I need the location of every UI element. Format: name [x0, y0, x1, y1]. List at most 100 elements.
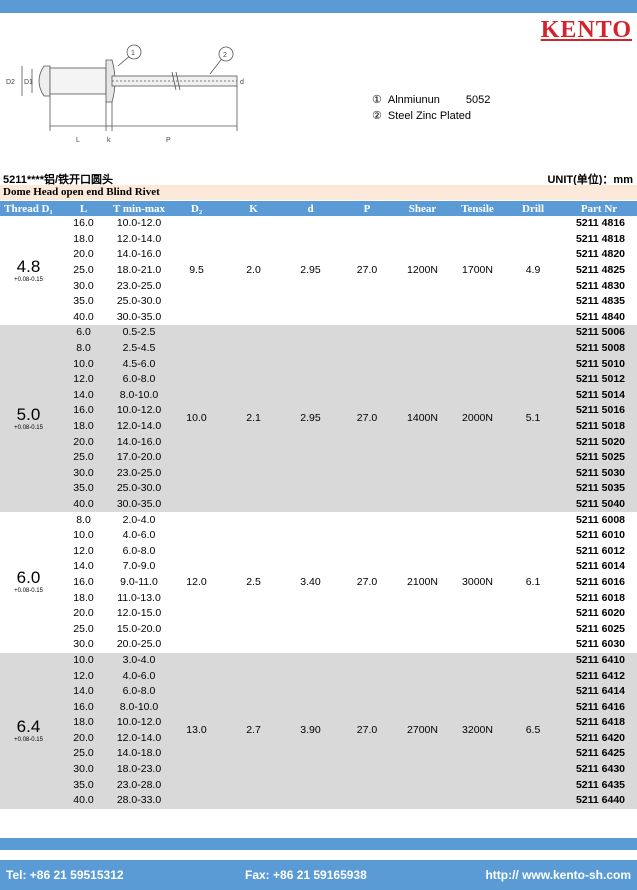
top-color-bar [0, 0, 637, 13]
grip-range-cell: 3.0-4.0 [110, 652, 168, 669]
part-number-cell: 5211 5010 [561, 356, 637, 372]
grip-range-cell: 7.0-9.0 [122, 560, 156, 573]
column-header: Drill [505, 201, 561, 216]
d2-cell: 10.0 [168, 325, 225, 513]
column-header: Tensile [450, 201, 505, 216]
contact-footer: Tel: +86 21 59515312 Fax: +86 21 5916593… [0, 860, 637, 890]
grip-range-cell: 12.0-14.0 [116, 232, 162, 245]
column-header: K [225, 201, 282, 216]
thread-value: 6.0 [16, 568, 41, 588]
part-number-cell: 5211 6012 [575, 544, 625, 557]
label-d1: D1 [24, 79, 33, 86]
length-cell: 25.0 [73, 264, 94, 277]
part-number-cell: 5211 4840 [575, 310, 625, 323]
grip-range-cell: 4.0-6.0 [110, 668, 168, 684]
part-number-cell: 5211 6418 [561, 715, 637, 731]
part-number-cell: 5211 6420 [561, 730, 637, 747]
grip-range-cell: 17.0-20.0 [110, 449, 168, 466]
kento-logo: KENTO [540, 17, 632, 43]
grip-range-cell: 12.0-15.0 [116, 607, 162, 620]
grip-range-cell: 2.5-4.5 [110, 340, 168, 357]
grip-range-cell: 2.0-4.0 [122, 513, 156, 526]
part-number-cell: 5211 6440 [561, 792, 637, 809]
material-legend: ① Alnmiunun 5052 ② Steel Zinc Plated [372, 92, 490, 124]
label-d2: D2 [6, 79, 15, 86]
legend-item-2: ② Steel Zinc Plated [372, 110, 472, 122]
length-cell: 35.0 [57, 481, 110, 497]
part-number-cell: 5211 5006 [561, 325, 637, 341]
table-row: 6.0 +0.08-0.15 8.0 2.0-4.0 12.0 2.5 3.40 27.0 21… [0, 512, 637, 595]
grip-range-cell: 6.0-8.0 [110, 371, 168, 388]
part-number-cell: 5211 5040 [561, 496, 637, 513]
k-cell: 2.5 [246, 575, 261, 588]
label-d: d [240, 79, 244, 86]
product-subtitle: Dome Head open end Blind Rivet [0, 185, 637, 200]
length-cell: 25.0 [57, 449, 110, 466]
grip-range-cell: 30.0-35.0 [116, 310, 162, 323]
drill-cell: 5.1 [505, 325, 561, 513]
grip-range-cell: 23.0-28.0 [110, 777, 168, 793]
length-cell: 12.0 [57, 371, 110, 388]
part-number-cell: 5211 5035 [561, 481, 637, 497]
shear-cell: 1400N [395, 325, 450, 513]
part-number-cell: 5211 6410 [561, 652, 637, 669]
spec-table: Thread D₁ L T min-max D₂ Kd P Shear Tensile Dril… [0, 201, 637, 809]
length-cell: 10.0 [57, 652, 110, 669]
shear-cell: 2700N [395, 652, 450, 809]
length-cell: 40.0 [73, 310, 94, 323]
grip-range-cell: 12.0-14.0 [110, 730, 168, 747]
length-cell: 16.0 [57, 403, 110, 419]
length-cell: 18.0 [57, 418, 110, 435]
part-number-cell: 5211 6030 [575, 638, 625, 651]
grip-range-cell: 10.0-12.0 [110, 715, 168, 731]
grip-range-cell: 10.0-12.0 [110, 403, 168, 419]
k-cell: 2.7 [225, 652, 282, 809]
thread-value: 4.8 [16, 256, 41, 276]
part-number-cell: 5211 5014 [561, 387, 637, 404]
part-number-cell: 5211 6412 [561, 668, 637, 684]
label-l: L [76, 137, 80, 144]
thread-tolerance: +0.08-0.15 [14, 736, 43, 743]
column-header: L [57, 201, 110, 216]
thread-cell: 6.4 +0.08-0.15 [0, 652, 57, 809]
grip-range-cell: 28.0-33.0 [110, 792, 168, 809]
part-number-cell: 5211 5020 [561, 434, 637, 450]
length-cell: 16.0 [57, 699, 110, 715]
table-row: 6.4 +0.08-0.15 10.0 3.0-4.0 13.0 2.7 3.90 27.0 2… [0, 652, 637, 809]
length-cell: 25.0 [73, 622, 94, 635]
part-number-cell: 5211 4830 [575, 279, 625, 292]
column-header: T min-max [110, 201, 168, 216]
footer-web[interactable]: http:// www.kento-sh.com [485, 868, 631, 882]
table-row: 4.8 +0.08-0.15 16.0 10.0-12.0 9.5 2.0 2.95 27.0… [0, 216, 637, 282]
rivet-drawing: D2 D1 L k P d 1 2 [6, 44, 244, 144]
part-number-cell: 5211 6425 [561, 746, 637, 762]
column-header: d [282, 201, 339, 216]
table-header-row: Thread D₁ L T min-max D₂ Kd P Shear Tensile Dril… [0, 201, 637, 216]
callout-1: 1 [131, 50, 135, 57]
part-number-cell: 5211 4816 [575, 217, 625, 230]
length-cell: 16.0 [73, 575, 94, 588]
shear-cell: 2100N [407, 575, 438, 588]
bottom-color-bar [0, 838, 637, 850]
part-number-cell: 5211 6430 [561, 761, 637, 778]
grip-range-cell: 20.0-25.0 [116, 638, 162, 651]
length-cell: 10.0 [73, 529, 94, 542]
part-number-cell: 5211 5016 [561, 403, 637, 419]
length-cell: 8.0 [57, 340, 110, 357]
p-cell: 27.0 [356, 264, 378, 277]
part-number-cell: 5211 6010 [575, 529, 625, 542]
thread-value: 6.4 [16, 716, 41, 736]
tensile-cell: 1700N [462, 264, 493, 277]
d-cell: 3.40 [300, 575, 321, 588]
footer-tel: Tel: +86 21 59515312 [6, 868, 124, 882]
part-number-cell: 5211 5008 [561, 340, 637, 357]
column-header: Shear [395, 201, 450, 216]
grip-range-cell: 8.0-10.0 [110, 699, 168, 715]
d-cell: 3.90 [282, 652, 339, 809]
d2-cell: 9.5 [189, 264, 204, 277]
length-cell: 40.0 [57, 496, 110, 513]
length-cell: 20.0 [57, 434, 110, 450]
k-cell: 2.1 [225, 325, 282, 513]
part-number-cell: 5211 6025 [575, 622, 625, 635]
length-cell: 12.0 [57, 668, 110, 684]
